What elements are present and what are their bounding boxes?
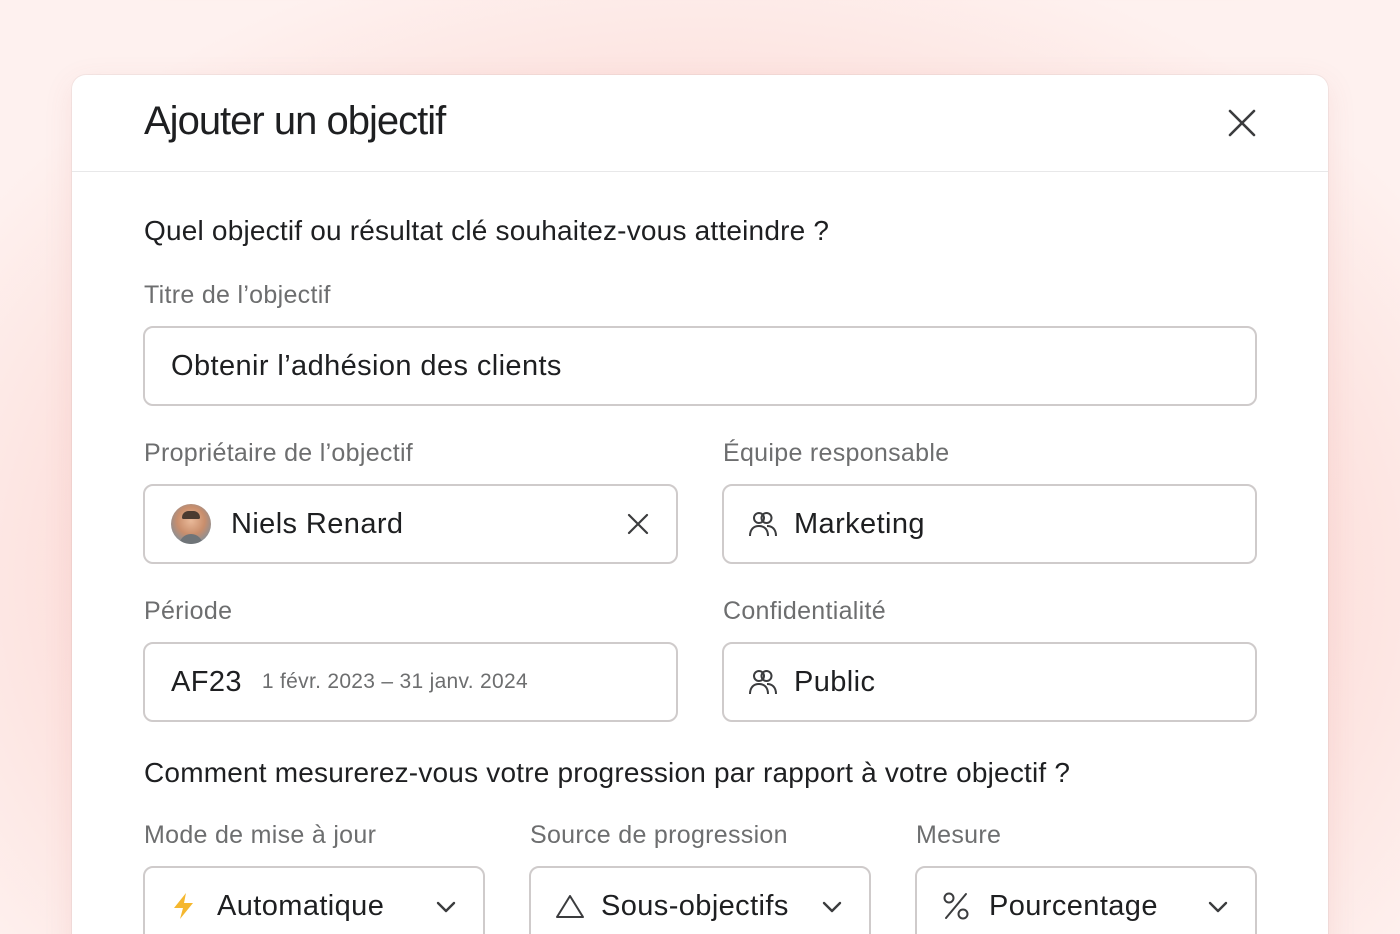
section-question-goal: Quel objectif ou résultat clé souhaitez-… [144,215,830,246]
lightning-icon [171,892,197,920]
measure-label: Mesure [916,821,1002,849]
privacy-value: Public [794,665,876,698]
close-button[interactable] [1226,107,1258,139]
goal-title-input[interactable]: Obtenir l’adhésion des clients [143,326,1257,406]
avatar [171,504,211,544]
period-label: Période [144,597,233,625]
percent-icon [941,891,971,921]
measure-value: Pourcentage [989,889,1158,922]
progress-source-select[interactable]: Sous-objectifs [529,866,871,934]
chevron-down-icon [821,896,843,918]
period-value: AF23 [171,665,242,698]
progress-source-value: Sous-objectifs [601,889,789,922]
owner-value: Niels Renard [231,507,404,540]
chevron-down-icon [435,896,457,918]
team-field[interactable]: Marketing [722,484,1257,564]
team-value: Marketing [794,507,925,540]
privacy-field[interactable]: Public [722,642,1257,722]
clear-owner-button[interactable] [626,512,650,536]
goal-title-value: Obtenir l’adhésion des clients [171,349,562,382]
owner-label: Propriétaire de l’objectif [144,439,414,467]
update-mode-select[interactable]: Automatique [143,866,485,934]
period-range: 1 févr. 2023 – 31 janv. 2024 [261,670,528,693]
dialog-title: Ajouter un objectif [144,99,446,143]
goal-title-label: Titre de l’objectif [144,281,331,309]
measure-select[interactable]: Pourcentage [915,866,1257,934]
period-field[interactable]: AF23 1 févr. 2023 – 31 janv. 2024 [143,642,678,722]
triangle-icon [555,893,585,919]
team-icon [748,667,778,697]
progress-source-label: Source de progression [530,821,788,849]
update-mode-value: Automatique [217,889,385,922]
add-goal-dialog: Ajouter un objectif Quel objectif ou rés… [72,75,1328,934]
owner-field[interactable]: Niels Renard [143,484,678,564]
update-mode-label: Mode de mise à jour [144,821,377,849]
dialog-header: Ajouter un objectif [72,75,1328,172]
close-icon [1228,109,1256,137]
privacy-label: Confidentialité [723,597,886,625]
team-label: Équipe responsable [723,439,950,467]
team-icon [748,509,778,539]
chevron-down-icon [1207,896,1229,918]
close-icon [627,513,649,535]
section-question-progress: Comment mesurerez-vous votre progression… [144,757,1071,788]
